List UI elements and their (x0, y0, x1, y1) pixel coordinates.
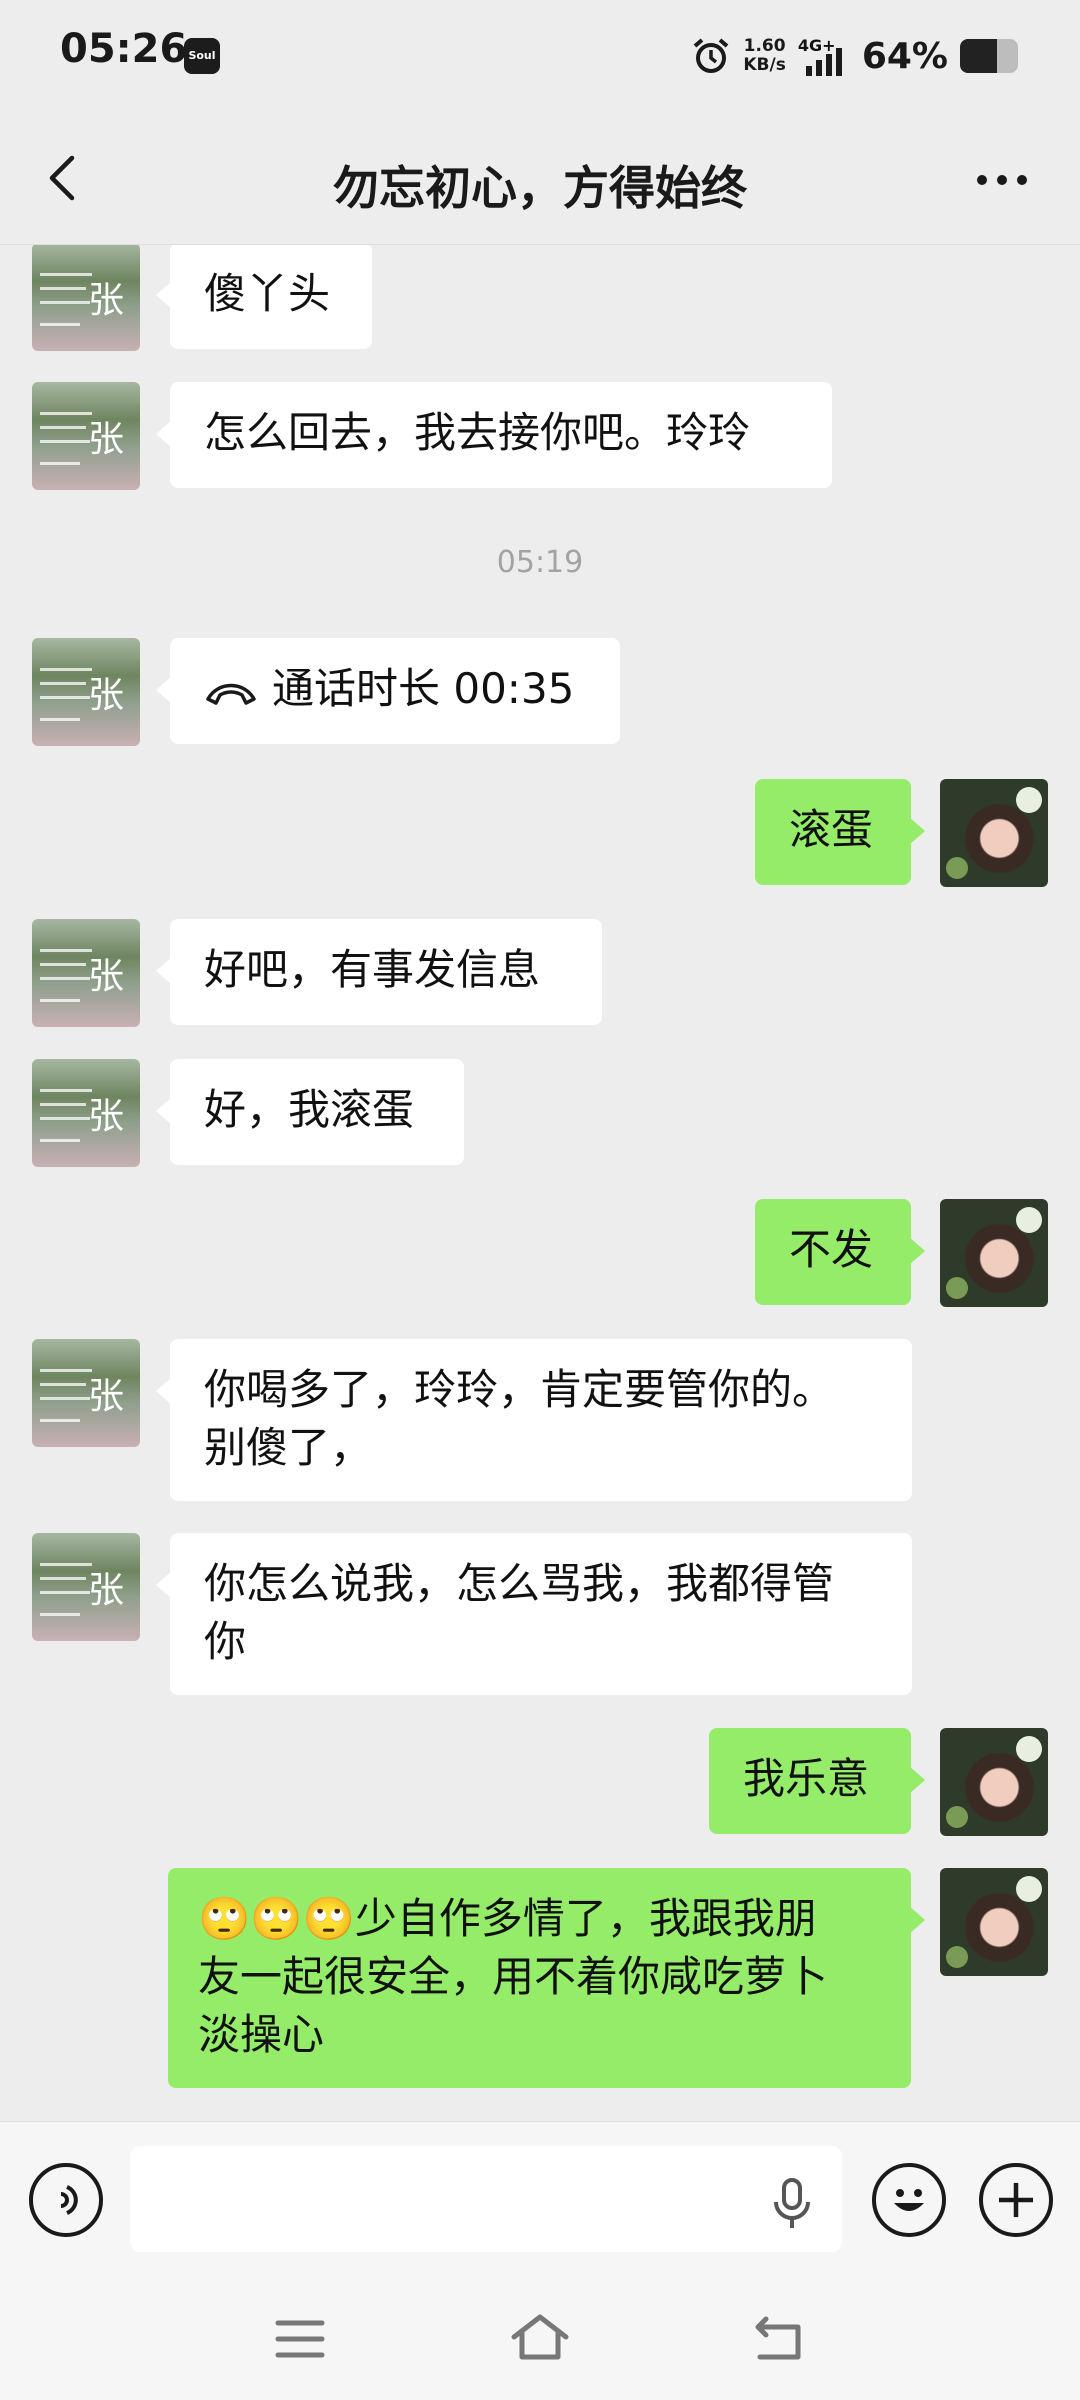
menu-icon[interactable] (274, 2317, 326, 2361)
battery-percent: 64% (861, 35, 948, 77)
message-bubble-outgoing[interactable]: 我乐意 (709, 1728, 925, 1834)
signal-icon: 4G+ (798, 36, 850, 76)
message-bubble-incoming[interactable]: 怎么回去，我去接你吧。玲玲 (156, 382, 832, 488)
home-icon[interactable] (508, 2311, 572, 2363)
net-speed: 1.60 KB/s (743, 36, 786, 75)
contact-avatar[interactable]: 张 (32, 919, 140, 1027)
back-arrow-icon[interactable] (752, 2313, 806, 2363)
soul-app-icon: Soul (184, 38, 220, 74)
message-bubble-incoming[interactable]: 傻丫头 (156, 245, 372, 349)
message-bubble-outgoing[interactable]: 🙄🙄🙄少自作多情了，我跟我朋 友一起很安全，用不着你咸吃萝卜 淡操心 (168, 1868, 925, 2088)
contact-avatar[interactable]: 张 (32, 1339, 140, 1447)
message-bubble-outgoing[interactable]: 滚蛋 (755, 779, 925, 885)
voice-mode-button[interactable] (29, 2163, 103, 2237)
my-avatar[interactable] (940, 1199, 1048, 1307)
contact-avatar[interactable]: 张 (32, 382, 140, 490)
emoji-button[interactable] (872, 2163, 946, 2237)
call-duration-bubble[interactable]: 通话时长 00:35 (156, 638, 620, 744)
more-dots-icon[interactable] (972, 152, 1032, 208)
message-bubble-outgoing[interactable]: 不发 (755, 1199, 925, 1305)
plus-icon (999, 2183, 1033, 2217)
microphone-icon[interactable] (770, 2176, 814, 2230)
message-bubble-incoming[interactable]: 你喝多了，玲玲，肯定要管你的。 别傻了， (156, 1339, 912, 1501)
message-bubble-incoming[interactable]: 好吧，有事发信息 (156, 919, 602, 1025)
message-timestamp: 05:19 (496, 545, 584, 580)
message-input-bar (0, 2121, 1080, 2278)
emoji-icon (894, 2189, 924, 2211)
system-navigation-bar (0, 2277, 1080, 2400)
voice-mode-icon (60, 2185, 78, 2215)
contact-avatar[interactable]: 张 (32, 1533, 140, 1641)
emoji-rolling-eyes: 🙄🙄🙄 (198, 1894, 355, 1943)
contact-avatar[interactable]: 张 (32, 245, 140, 351)
battery-level-fill (960, 39, 998, 73)
call-duration-text: 通话时长 00:35 (272, 664, 575, 713)
message-bubble-incoming[interactable]: 好，我滚蛋 (156, 1059, 464, 1165)
contact-avatar[interactable]: 张 (32, 1059, 140, 1167)
chat-message-list[interactable]: 张 傻丫头 张 怎么回去，我去接你吧。玲玲 05:19 张 通话时长 00:35… (0, 245, 1080, 2120)
add-button[interactable] (979, 2163, 1053, 2237)
my-avatar[interactable] (940, 1868, 1048, 1976)
status-time: 05:26 (60, 26, 188, 72)
status-bar: 05:26 Soul 1.60 KB/s 4G+ 64% (0, 0, 1080, 112)
message-text-input[interactable] (130, 2146, 842, 2252)
message-bubble-incoming[interactable]: 你怎么说我，怎么骂我，我都得管 你 (156, 1533, 912, 1695)
battery-icon (960, 39, 1018, 73)
status-indicators: 1.60 KB/s 4G+ 64% (691, 28, 1018, 84)
chat-header: 勿忘初心，方得始终 (0, 112, 1080, 245)
chat-title: 勿忘初心，方得始终 (333, 161, 747, 215)
phone-hangup-icon (206, 683, 256, 705)
alarm-icon (694, 38, 729, 73)
contact-avatar[interactable]: 张 (32, 638, 140, 746)
my-avatar[interactable] (940, 1728, 1048, 1836)
my-avatar[interactable] (940, 779, 1048, 887)
